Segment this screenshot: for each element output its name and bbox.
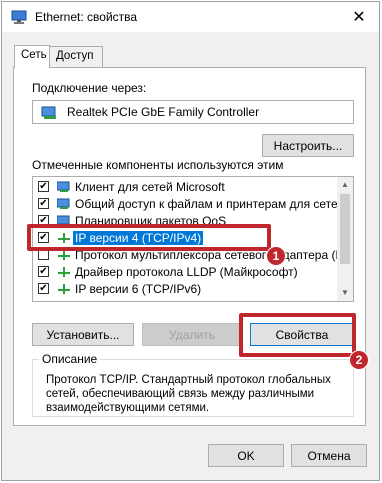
configure-button[interactable]: Настроить... bbox=[262, 134, 354, 157]
annotation-highlight-properties bbox=[239, 313, 356, 357]
annotation-highlight-ipv4 bbox=[27, 224, 271, 251]
description-group: Описание Протокол TCP/IP. Стандартный пр… bbox=[32, 352, 354, 417]
list-item[interactable]: ✔ Драйвер протокола LLDP (Майкрософт) bbox=[33, 264, 338, 281]
close-button[interactable]: ✕ bbox=[339, 2, 379, 32]
title-bar: Ethernet: свойства ✕ bbox=[2, 2, 379, 32]
window-title: Ethernet: свойства bbox=[35, 10, 138, 24]
description-title: Описание bbox=[39, 352, 101, 366]
protocol-icon bbox=[58, 267, 70, 277]
cancel-button[interactable]: Отмена bbox=[291, 444, 367, 467]
checkbox[interactable]: ✔ bbox=[38, 283, 49, 294]
checkbox[interactable]: ✔ bbox=[38, 181, 49, 192]
list-item[interactable]: ✔ Общий доступ к файлам и принтерам для … bbox=[33, 196, 353, 213]
checkbox[interactable]: ✔ bbox=[38, 198, 49, 209]
network-client-icon bbox=[57, 181, 70, 192]
checkbox[interactable]: ✔ bbox=[38, 266, 49, 277]
list-item[interactable]: ✔ IP версии 6 (TCP/IPv6) bbox=[33, 281, 338, 298]
annotation-badge-1: 1 bbox=[266, 246, 286, 266]
network-adapter-icon bbox=[41, 106, 56, 119]
description-text: Протокол TCP/IP. Стандартный протокол гл… bbox=[46, 374, 331, 414]
tab-sharing[interactable]: Доступ bbox=[49, 46, 103, 67]
tab-network[interactable]: Сеть bbox=[14, 45, 50, 68]
list-item[interactable]: ✔ Клиент для сетей Microsoft bbox=[33, 179, 338, 196]
list-scrollbar[interactable]: ▲ ▼ bbox=[337, 177, 353, 301]
annotation-badge-2: 2 bbox=[349, 350, 369, 370]
install-button[interactable]: Установить... bbox=[32, 323, 134, 346]
scrollbar-thumb[interactable] bbox=[340, 194, 350, 264]
adapter-name: Realtek PCIe GbE Family Controller bbox=[67, 105, 260, 119]
scroll-down-icon[interactable]: ▼ bbox=[337, 285, 353, 301]
ok-button[interactable]: OK bbox=[208, 444, 284, 467]
connect-via-label: Подключение через: bbox=[32, 81, 147, 95]
network-icon bbox=[11, 10, 27, 24]
scroll-up-icon[interactable]: ▲ bbox=[337, 177, 353, 193]
remove-button[interactable]: Удалить bbox=[142, 323, 242, 346]
close-icon: ✕ bbox=[352, 9, 366, 26]
protocol-icon bbox=[58, 284, 70, 294]
file-sharing-icon bbox=[57, 198, 70, 209]
adapter-field: Realtek PCIe GbE Family Controller bbox=[32, 100, 354, 124]
